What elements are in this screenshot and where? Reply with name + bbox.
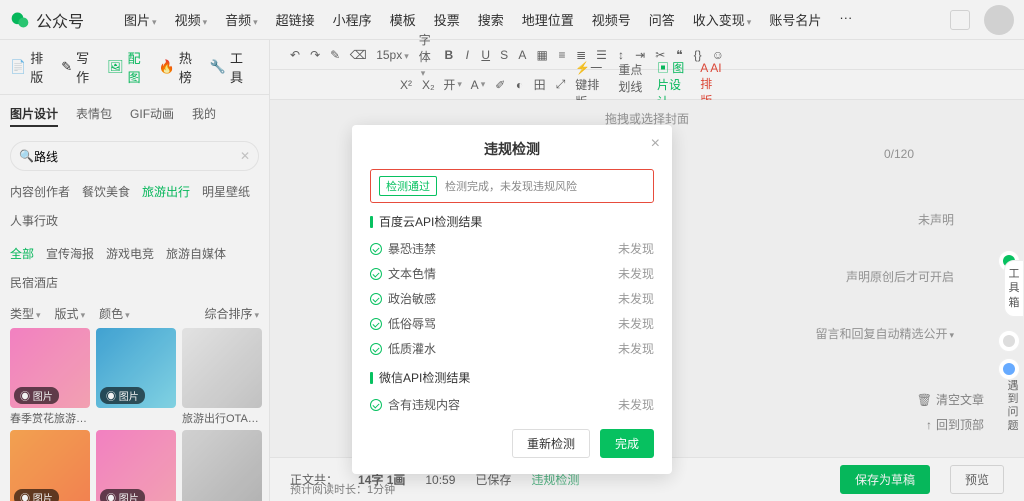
check-ok-icon xyxy=(370,268,382,280)
toolbox-handle[interactable]: 工具箱 xyxy=(1004,260,1024,317)
faq-handle[interactable]: 遇到问题 xyxy=(1004,380,1022,433)
check-ok-icon xyxy=(370,318,382,330)
check-row: 暴恐违禁未发现 xyxy=(370,236,654,261)
violation-check-modal: × 违规检测 检测通过 检测完成，未发现违规风险 百度云API检测结果 暴恐违禁… xyxy=(352,125,672,474)
recheck-button[interactable]: 重新检测 xyxy=(512,429,590,458)
modal-title: 违规检测 xyxy=(370,139,654,159)
check-row: 低质灌水未发现 xyxy=(370,336,654,361)
check-row: 文本色情未发现 xyxy=(370,261,654,286)
check-ok-icon xyxy=(370,399,382,411)
check-ok-icon xyxy=(370,293,382,305)
side-assistant-icon[interactable] xyxy=(998,358,1020,380)
side-gear-icon[interactable] xyxy=(998,330,1020,352)
section-baidu: 百度云API检测结果 xyxy=(370,213,654,230)
done-button[interactable]: 完成 xyxy=(600,429,654,458)
pass-text: 检测完成，未发现违规风险 xyxy=(445,178,577,194)
check-row: 低俗辱骂未发现 xyxy=(370,311,654,336)
close-icon[interactable]: × xyxy=(651,135,660,153)
section-weixin: 微信API检测结果 xyxy=(370,369,654,386)
check-row: 含有违规内容未发现 xyxy=(370,392,654,417)
modal-actions: 重新检测 完成 xyxy=(370,429,654,458)
check-ok-icon xyxy=(370,343,382,355)
status-box: 检测通过 检测完成，未发现违规风险 xyxy=(370,169,654,203)
pass-badge: 检测通过 xyxy=(379,176,437,196)
check-row: 政治敏感未发现 xyxy=(370,286,654,311)
check-ok-icon xyxy=(370,243,382,255)
